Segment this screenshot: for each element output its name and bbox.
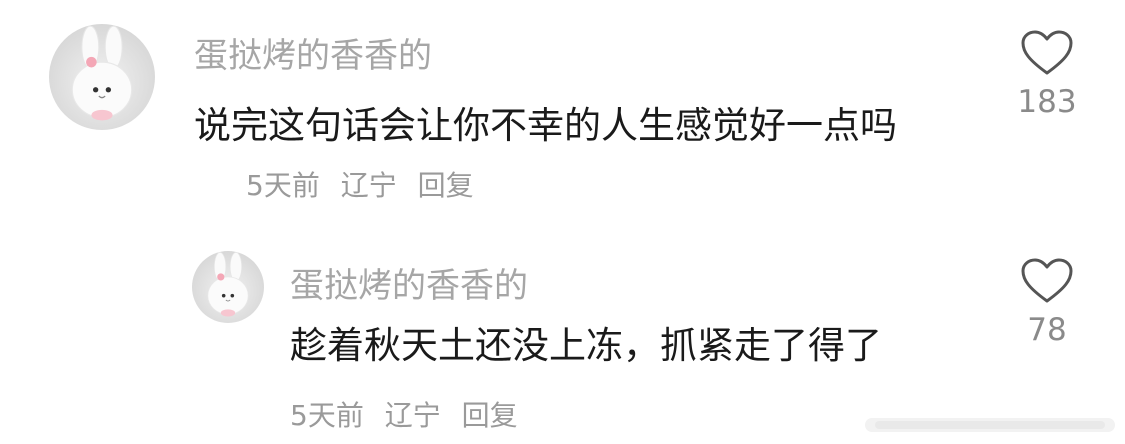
- heart-outline-icon: [1021, 30, 1073, 75]
- heart-outline-icon: [1021, 258, 1073, 303]
- bunny-avatar-icon: [207, 252, 249, 317]
- reply-button[interactable]: 回复: [462, 399, 518, 432]
- like-button[interactable]: 78: [1007, 258, 1087, 348]
- like-count: 183: [1017, 84, 1077, 120]
- like-button[interactable]: 183: [1007, 30, 1087, 120]
- comment-time: 5天前: [246, 169, 320, 202]
- like-count: 78: [1027, 312, 1067, 348]
- comment-username[interactable]: 蛋挞烤的香香的: [194, 28, 432, 77]
- comment-location: 辽宁: [384, 399, 441, 432]
- comment-username[interactable]: 蛋挞烤的香香的: [290, 258, 528, 307]
- avatar[interactable]: [192, 251, 264, 323]
- comment-time: 5天前: [290, 399, 364, 432]
- avatar[interactable]: [49, 24, 155, 130]
- comment-meta: 5天前 辽宁 回复: [290, 394, 518, 434]
- comment-meta: 5天前 辽宁 回复: [246, 164, 474, 204]
- comment-text: 说完这句话会让你不幸的人生感觉好一点吗: [194, 104, 897, 147]
- watermark-graphic: [865, 418, 1115, 432]
- comment-text: 趁着秋天土还没上冻，抓紧走了得了: [290, 324, 882, 367]
- comment-location: 辽宁: [340, 169, 397, 202]
- bunny-avatar-icon: [71, 25, 133, 121]
- reply-button[interactable]: 回复: [418, 169, 474, 202]
